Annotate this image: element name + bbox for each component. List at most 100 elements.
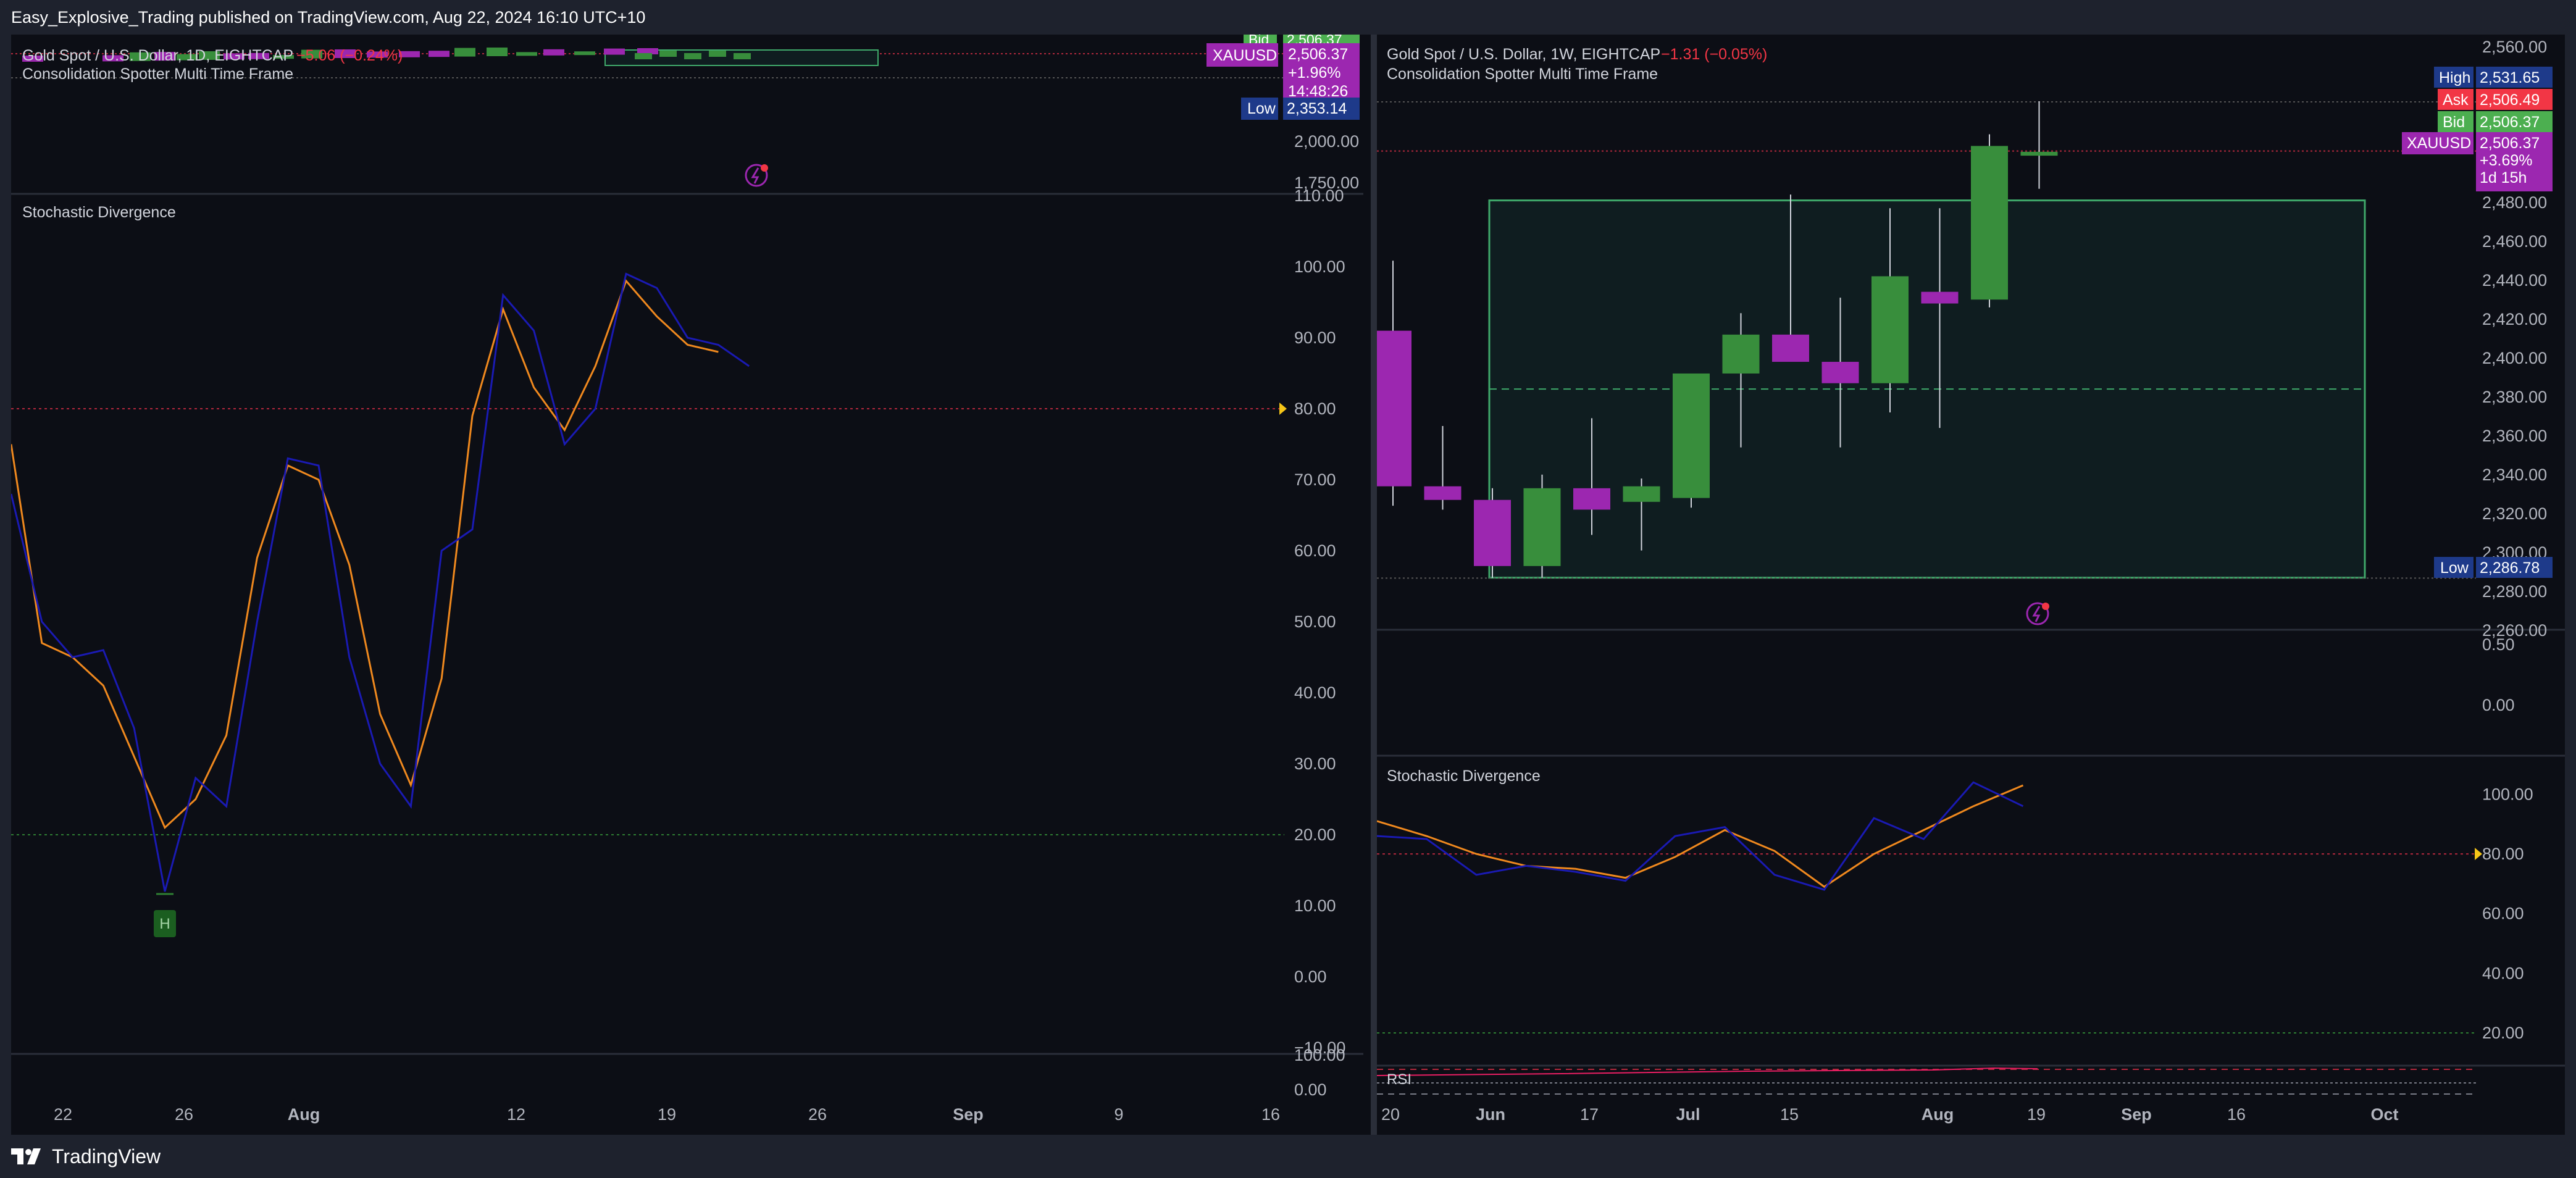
candle-down: [1573, 488, 1610, 510]
svg-text:XAUUSD: XAUUSD: [2407, 135, 2471, 152]
svg-text:14:48:26: 14:48:26: [1288, 83, 1348, 100]
mini-candle: [734, 53, 751, 59]
svg-text:2,531.65: 2,531.65: [2480, 69, 2540, 86]
symbol-title: Gold Spot / U.S. Dollar, 1W, EIGHTCAP: [1387, 46, 1660, 63]
y-tick: 80.00: [1294, 399, 1336, 418]
y-tick: 100.00: [2482, 785, 2533, 803]
x-tick: Aug: [288, 1105, 320, 1124]
candle-down: [1474, 499, 1511, 566]
y-tick: 2,280.00: [2482, 582, 2547, 601]
candle-down: [1821, 362, 1859, 383]
svg-text:H: H: [159, 916, 170, 932]
publisher-header: Easy_Explosive_Trading published on Trad…: [0, 0, 2576, 35]
low-price-label: Low 2,286.78: [2434, 557, 2553, 578]
y-tick: 2,380.00: [2482, 388, 2547, 406]
x-tick: 17: [1580, 1105, 1599, 1124]
chart-panel-1d[interactable]: Gold Spot / U.S. Dollar, 1D, EIGHTCAP −5…: [11, 35, 1371, 1135]
x-tick: Aug: [1922, 1105, 1954, 1124]
x-tick: Sep: [2121, 1105, 2152, 1124]
svg-text:+1.96%: +1.96%: [1288, 64, 1341, 81]
mini-candle: [543, 49, 564, 56]
y-tick: 60.00: [2482, 904, 2524, 923]
x-tick: 9: [1114, 1105, 1123, 1124]
candle-down: [1772, 334, 1809, 362]
mini-candle: [487, 48, 508, 56]
x-tick: Jun: [1476, 1105, 1505, 1124]
y-tick: 100.00: [1294, 1046, 1345, 1064]
x-tick: 19: [658, 1105, 676, 1124]
y-tick: 90.00: [1294, 328, 1336, 347]
price-change: −1.31 (−0.05%): [1661, 46, 1767, 63]
svg-text:Low: Low: [2440, 559, 2469, 577]
y-tick: 2,440.00: [2482, 271, 2547, 290]
x-tick: 16: [1261, 1105, 1280, 1124]
y-tick: 2,420.00: [2482, 310, 2547, 328]
candle-up: [1673, 373, 1710, 498]
y-tick: 2,480.00: [2482, 193, 2547, 212]
svg-text:1d 15h: 1d 15h: [2480, 169, 2527, 186]
oscillator-title: Stochastic Divergence: [1387, 767, 1541, 785]
y-tick: 2,320.00: [2482, 504, 2547, 523]
y-tick: 20.00: [1294, 825, 1336, 844]
svg-text:Bid: Bid: [2443, 114, 2465, 131]
mini-candle: [574, 51, 595, 56]
candle-up: [1871, 276, 1909, 383]
x-tick: Jul: [1676, 1105, 1700, 1124]
svg-text:2,506.37: 2,506.37: [2480, 135, 2540, 152]
rsi-label: RSI: [1387, 1071, 1411, 1088]
bid-price-label: Bid 2,506.37: [2438, 111, 2553, 132]
mini-candle: [684, 53, 701, 59]
y-tick: 2,360.00: [2482, 427, 2547, 445]
ask-price-label: Ask 2,506.49: [2438, 89, 2553, 110]
tradingview-logo-icon[interactable]: [11, 1148, 46, 1164]
low-price-label: Low 2,353.14: [1241, 98, 1360, 120]
y-tick: 30.00: [1294, 754, 1336, 773]
y-tick: 2,340.00: [2482, 466, 2547, 484]
y-tick: 70.00: [1294, 470, 1336, 489]
x-tick: 16: [2227, 1105, 2246, 1124]
y-tick: 110.00: [1294, 186, 1344, 205]
svg-text:Low: Low: [1247, 100, 1276, 117]
y-tick: 0.50: [2482, 635, 2515, 654]
oscillator-title: Stochastic Divergence: [22, 204, 176, 221]
y-tick: 60.00: [1294, 541, 1336, 560]
chart-1d-svg[interactable]: Gold Spot / U.S. Dollar, 1D, EIGHTCAP −5…: [11, 35, 1371, 1135]
svg-text:2,506.37: 2,506.37: [1288, 46, 1348, 63]
y-tick: 50.00: [1294, 612, 1336, 631]
x-tick: 19: [2027, 1105, 2046, 1124]
footer-bar: TradingView: [0, 1135, 2576, 1178]
mini-candle: [516, 52, 537, 56]
x-tick: 22: [54, 1105, 72, 1124]
svg-text:+3.69%: +3.69%: [2480, 152, 2533, 169]
candle-down: [1377, 330, 1411, 487]
brand-name[interactable]: TradingView: [52, 1145, 161, 1168]
y-tick: 100.00: [1294, 257, 1345, 276]
x-tick: Oct: [2370, 1105, 2398, 1124]
chart-panel-1w[interactable]: 2,560.00 2,480.00 2,460.00 2,440.00 2,420.00…: [1377, 35, 2565, 1135]
y-tick: 40.00: [1294, 683, 1336, 702]
mini-candle: [709, 51, 726, 57]
candle-up: [1623, 486, 1660, 502]
y-tick: 0.00: [1294, 1080, 1327, 1099]
y-tick: 40.00: [2482, 964, 2524, 982]
svg-text:2,506.49: 2,506.49: [2480, 91, 2540, 109]
candle-down: [1424, 486, 1462, 500]
chart-1w-svg[interactable]: 2,560.00 2,480.00 2,460.00 2,440.00 2,420.00…: [1377, 35, 2565, 1135]
candle-up: [1523, 488, 1561, 566]
panel-divider[interactable]: [1371, 35, 1377, 1135]
indicator-title: Consolidation Spotter Multi Time Frame: [22, 65, 293, 83]
x-tick: 15: [1780, 1105, 1799, 1124]
mini-candle: [429, 51, 450, 57]
y-tick: 2,560.00: [2482, 38, 2547, 56]
symbol-title: Gold Spot / U.S. Dollar, 1D, EIGHTCAP: [22, 47, 293, 64]
svg-text:2,286.78: 2,286.78: [2480, 559, 2540, 577]
y-tick: 80.00: [2482, 845, 2524, 863]
candle-up: [1971, 146, 2008, 300]
indicator-title: Consolidation Spotter Multi Time Frame: [1387, 65, 1658, 83]
svg-text:XAUUSD: XAUUSD: [1213, 47, 1277, 64]
price-change: −5.06 (−0.24%): [296, 47, 403, 64]
x-tick: 26: [808, 1105, 827, 1124]
y-tick: 2,000.00: [1294, 132, 1359, 151]
publisher-text: Easy_Explosive_Trading published on Trad…: [11, 8, 646, 27]
svg-text:2,353.14: 2,353.14: [1287, 100, 1347, 117]
